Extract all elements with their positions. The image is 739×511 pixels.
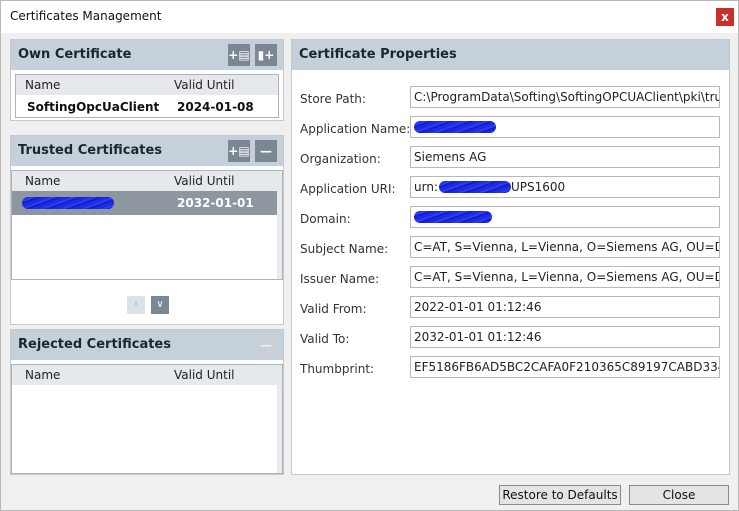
application-name-label: Application Name:: [300, 122, 411, 136]
application-uri-label: Application URI:: [300, 182, 396, 196]
trusted-certificates-title: Trusted Certificates: [18, 143, 163, 158]
rejected-certificates-panel: Rejected Certificates — Name Valid Until: [10, 329, 284, 475]
valid-from-label: Valid From:: [300, 302, 367, 316]
move-down-button[interactable]: ∨: [151, 296, 169, 314]
remove-rejected-button[interactable]: —: [255, 334, 277, 356]
column-name[interactable]: Name: [25, 174, 60, 188]
chevron-up-icon: ∧: [132, 299, 140, 310]
import-trusted-button[interactable]: +▤: [228, 140, 250, 162]
rejected-certificates-title: Rejected Certificates: [18, 337, 171, 352]
subject-name-label: Subject Name:: [300, 242, 389, 256]
certificate-valid-until: 2024-01-08: [177, 100, 254, 114]
import-certificate-icon: +▤: [228, 144, 250, 158]
trusted-certificates-header: Trusted Certificates +▤ —: [11, 136, 283, 166]
create-certificate-button[interactable]: ▮+: [255, 44, 277, 66]
import-certificate-button[interactable]: +▤: [228, 44, 250, 66]
column-name[interactable]: Name: [25, 368, 60, 382]
move-up-button[interactable]: ∧: [127, 296, 145, 314]
remove-trusted-button[interactable]: —: [255, 140, 277, 162]
issuer-name-label: Issuer Name:: [300, 272, 380, 286]
table-row-selected[interactable]: 2032-01-01: [12, 191, 277, 215]
restore-defaults-button[interactable]: Restore to Defaults: [499, 485, 621, 505]
column-valid-until[interactable]: Valid Until: [174, 174, 235, 188]
certificate-name: SoftingOpcUaClient: [27, 100, 160, 114]
own-certificate-header: Own Certificate +▤ ▮+: [11, 40, 283, 70]
column-name[interactable]: Name: [25, 78, 60, 92]
own-certificate-grid: Name Valid Until SoftingOpcUaClient 2024…: [15, 74, 279, 118]
own-certificate-title: Own Certificate: [18, 47, 132, 62]
valid-to-field[interactable]: 2032-01-01 01:12:46: [410, 326, 720, 348]
domain-label: Domain:: [300, 212, 351, 226]
chevron-down-icon: ∨: [156, 299, 164, 310]
certificate-properties-title: Certificate Properties: [299, 47, 457, 62]
subject-name-field[interactable]: C=AT, S=Vienna, L=Vienna, O=Siemens AG, …: [410, 236, 720, 258]
redacted-domain: [414, 211, 492, 223]
own-certificate-panel: Own Certificate +▤ ▮+ Name Valid Until S…: [10, 39, 284, 121]
close-window-button[interactable]: x: [716, 8, 734, 26]
trusted-certificates-panel: Trusted Certificates +▤ — Name Valid Unt…: [10, 135, 284, 325]
remove-icon: —: [260, 144, 272, 158]
close-button[interactable]: Close: [629, 485, 729, 505]
certificate-valid-until: 2032-01-01: [177, 196, 254, 210]
issuer-name-field[interactable]: C=AT, S=Vienna, L=Vienna, O=Siemens AG, …: [410, 266, 720, 288]
valid-to-label: Valid To:: [300, 332, 350, 346]
close-icon: x: [721, 10, 729, 24]
certificate-properties-panel: Certificate Properties Store Path: C:\Pr…: [291, 39, 730, 475]
store-path-field[interactable]: C:\ProgramData\Softing\SoftingOPCUAClien…: [410, 86, 720, 108]
grid-header: Name Valid Until: [12, 365, 282, 385]
certificate-properties-header: Certificate Properties: [292, 40, 729, 70]
organization-label: Organization:: [300, 152, 381, 166]
add-certificate-icon: ▮+: [257, 48, 275, 62]
rejected-certificates-grid: Name Valid Until: [11, 364, 283, 474]
redacted-name: [22, 197, 114, 209]
scrollbar[interactable]: [277, 385, 282, 473]
valid-from-field[interactable]: 2022-01-01 01:12:46: [410, 296, 720, 318]
trusted-certificates-grid: Name Valid Until 2032-01-01: [11, 170, 283, 280]
scrollbar[interactable]: [277, 191, 282, 279]
table-row[interactable]: SoftingOpcUaClient 2024-01-08: [16, 95, 278, 119]
certificates-dialog: Certificates Management x Own Certificat…: [0, 0, 739, 511]
application-uri-field[interactable]: urn: UPS1600: [410, 176, 720, 198]
thumbprint-field[interactable]: EF5186FB6AD5BC2CAFA0F210365C89197CABD334: [410, 356, 720, 378]
title-bar: Certificates Management x: [1, 1, 738, 33]
redacted-application-uri: [439, 181, 511, 193]
grid-header: Name Valid Until: [16, 75, 278, 95]
store-path-label: Store Path:: [300, 92, 366, 106]
import-certificate-icon: +▤: [228, 48, 250, 62]
organization-field[interactable]: Siemens AG: [410, 146, 720, 168]
application-name-field[interactable]: [410, 116, 720, 138]
rejected-certificates-header: Rejected Certificates —: [11, 330, 283, 360]
column-valid-until[interactable]: Valid Until: [174, 368, 235, 382]
application-uri-prefix: urn:: [414, 180, 438, 194]
domain-field[interactable]: [410, 206, 720, 228]
remove-icon: —: [260, 338, 272, 352]
column-valid-until[interactable]: Valid Until: [174, 78, 235, 92]
window-title: Certificates Management: [10, 9, 162, 23]
redacted-application-name: [414, 121, 496, 133]
application-uri-suffix: UPS1600: [511, 180, 566, 194]
thumbprint-label: Thumbprint:: [300, 362, 375, 376]
grid-header: Name Valid Until: [12, 171, 282, 191]
